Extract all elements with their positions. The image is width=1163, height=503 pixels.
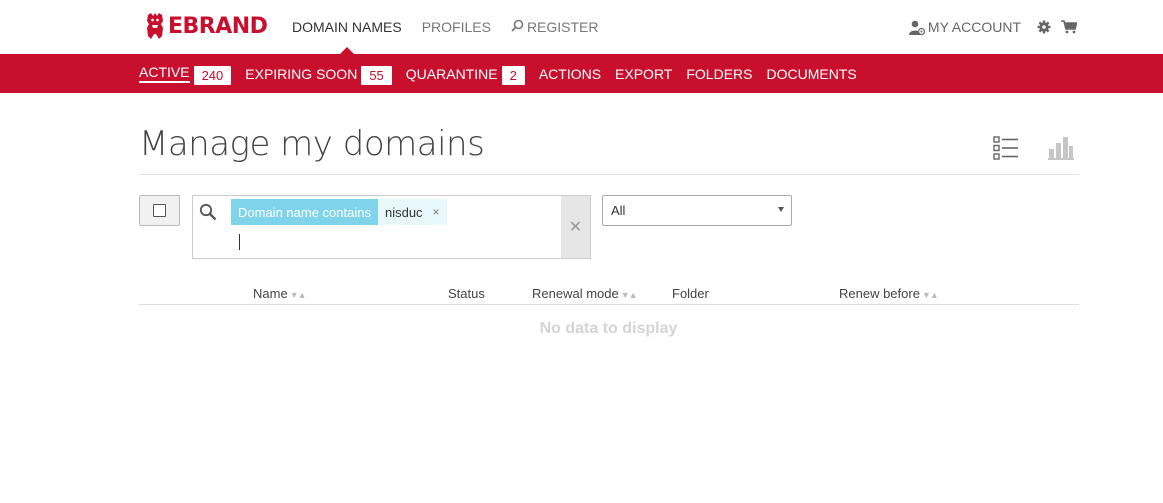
tab-quarantine-label: QUARANTINE	[405, 65, 498, 82]
filter-tag-value: nisduc ×	[377, 199, 447, 225]
search-register-icon	[511, 19, 524, 35]
chevron-down-icon	[778, 207, 784, 212]
tab-active[interactable]: ACTIVE 240	[139, 54, 232, 93]
sort-icon: ▼▲	[921, 290, 939, 300]
search-filter-box[interactable]: Domain name contains nisduc × ✕	[192, 195, 591, 259]
tab-documents[interactable]: DOCUMENTS	[766, 54, 856, 93]
column-renew-before-label: Renew before	[839, 286, 920, 301]
cart-icon[interactable]	[1061, 20, 1077, 34]
my-account-label: MY ACCOUNT	[927, 19, 1021, 35]
status-select[interactable]: All	[602, 195, 792, 226]
chart-view-icon[interactable]	[1048, 136, 1074, 165]
nav-domain-names[interactable]: DOMAIN NAMES	[292, 0, 402, 54]
sort-icon: ▼▲	[289, 290, 307, 300]
tab-export-label: EXPORT	[615, 65, 673, 82]
column-name[interactable]: Name ▼▲	[253, 286, 307, 301]
column-renew-before[interactable]: Renew before ▼▲	[839, 286, 939, 301]
nav-register-label: REGISTER	[526, 19, 599, 35]
quarantine-count-badge: 2	[501, 66, 525, 85]
nav-register[interactable]: REGISTER	[511, 0, 599, 54]
my-account-link[interactable]: MY ACCOUNT	[908, 19, 1021, 35]
table-header: Name ▼▲ Status Renewal mode ▼▲ Folder Rene…	[139, 285, 1079, 305]
column-renewal-mode[interactable]: Renewal mode ▼▲	[532, 286, 638, 301]
sub-nav: ACTIVE 240 EXPIRING SOON 55 QUARANTINE 2…	[139, 54, 871, 93]
select-all-checkbox[interactable]	[139, 195, 180, 226]
gear-icon[interactable]	[1037, 20, 1051, 34]
sub-nav-bar: ACTIVE 240 EXPIRING SOON 55 QUARANTINE 2…	[0, 54, 1163, 93]
filter-tag-value-text: nisduc	[384, 204, 423, 220]
column-renewal-mode-label: Renewal mode	[532, 286, 619, 301]
active-count-badge: 240	[193, 66, 232, 85]
text-cursor	[239, 234, 240, 250]
nav-profiles[interactable]: PROFILES	[422, 0, 491, 54]
brand-logo[interactable]: EBRAND	[144, 10, 268, 42]
tab-folders[interactable]: FOLDERS	[686, 54, 752, 93]
tab-actions[interactable]: ACTIONS	[539, 54, 601, 93]
filter-tag: Domain name contains nisduc ×	[231, 199, 447, 225]
checkbox-box	[153, 204, 166, 217]
tab-folders-label: FOLDERS	[686, 65, 753, 82]
brand-mascot-icon	[147, 13, 163, 39]
page-title: Manage my domains	[139, 124, 485, 164]
tab-active-label: ACTIVE	[139, 64, 190, 83]
right-nav: MY ACCOUNT	[908, 0, 1087, 54]
user-icon	[908, 20, 925, 35]
top-header: EBRAND DOMAIN NAMES PROFILES REGISTER MY…	[0, 0, 1163, 54]
title-divider	[139, 174, 1079, 175]
tab-actions-label: ACTIONS	[538, 65, 602, 82]
filter-tag-key: Domain name contains	[231, 199, 378, 225]
remove-tag-icon[interactable]: ×	[433, 205, 440, 219]
expiring-count-badge: 55	[361, 66, 392, 85]
column-status-label: Status	[448, 286, 485, 301]
column-status: Status	[448, 286, 485, 301]
column-folder-label: Folder	[672, 286, 709, 301]
column-name-label: Name	[253, 286, 288, 301]
tab-export[interactable]: EXPORT	[615, 54, 672, 93]
status-select-value: All	[611, 203, 626, 218]
brand-name: EBRAND	[168, 13, 268, 39]
tab-expiring-soon[interactable]: EXPIRING SOON 55	[245, 54, 392, 93]
tab-quarantine[interactable]: QUARANTINE 2	[406, 54, 525, 93]
empty-state-message: No data to display	[539, 320, 678, 337]
tab-documents-label: DOCUMENTS	[766, 65, 857, 82]
search-icon	[199, 203, 217, 226]
clear-search-button[interactable]: ✕	[561, 196, 590, 258]
list-view-icon[interactable]	[993, 136, 1019, 165]
nav-profiles-label: PROFILES	[421, 19, 491, 35]
column-folder: Folder	[672, 286, 709, 301]
main-nav: DOMAIN NAMES PROFILES REGISTER	[292, 0, 619, 54]
sort-icon: ▼▲	[620, 290, 638, 300]
tab-expiring-label: EXPIRING SOON	[245, 65, 358, 82]
nav-domain-names-label: DOMAIN NAMES	[292, 19, 402, 35]
